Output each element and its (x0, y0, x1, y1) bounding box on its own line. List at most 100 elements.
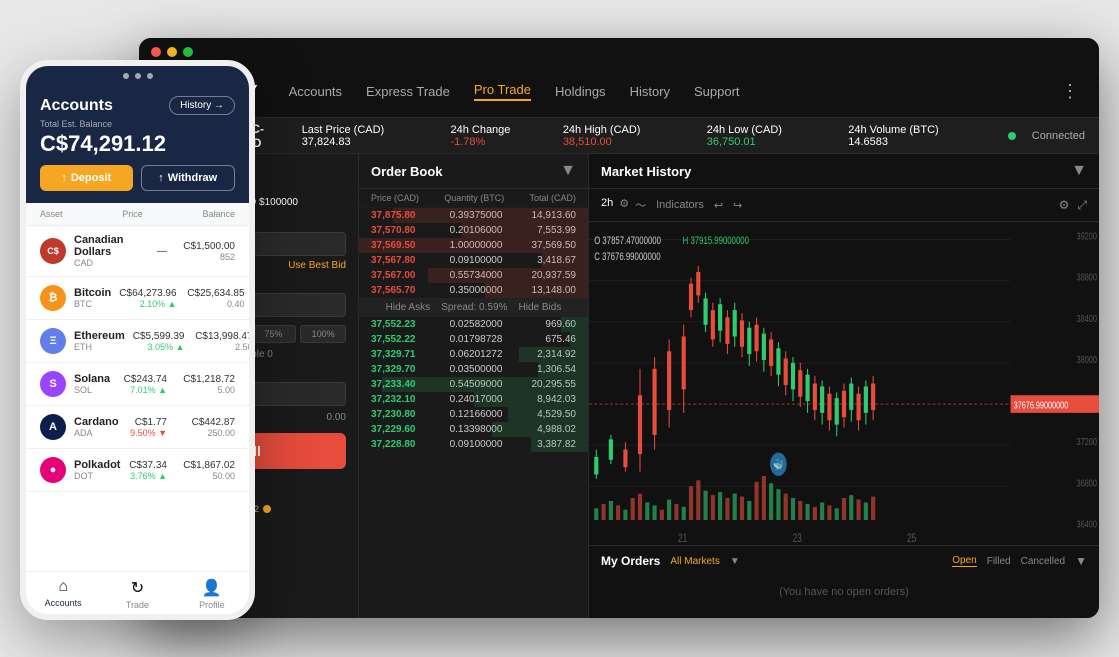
nav-holdings[interactable]: Holdings (555, 84, 606, 99)
my-orders-chevron[interactable]: ▼ (1075, 554, 1087, 568)
asset-name-cad: Canadian Dollars (74, 234, 149, 258)
ob-col-headers: Price (CAD) Quantity (BTC) Total (CAD) (359, 189, 588, 208)
bid-qty-9: 0.09100000 (441, 439, 511, 450)
hide-asks-btn[interactable]: Hide Asks (386, 302, 430, 313)
mobile-deposit-button[interactable]: ↑ Deposit (40, 165, 133, 191)
maximize-button[interactable] (183, 47, 193, 57)
asset-balance-ada: C$442.87 (175, 417, 235, 428)
bid-row-5: 37,233.40 0.54509000 20,295.55 (359, 377, 588, 392)
markets-chevron[interactable]: ▼ (730, 556, 740, 567)
asset-price-col-sol: C$243.74 7.01% ▲ (124, 374, 167, 395)
asset-qty-cad: 852 (175, 252, 235, 262)
pct-100-btn[interactable]: 100% (300, 325, 346, 343)
asset-balance-eth: C$13,998.47 (192, 331, 252, 342)
chart-settings-icon[interactable]: ⚙ (1059, 198, 1070, 213)
market-history-chevron[interactable]: ▼ (1071, 162, 1087, 180)
asset-qty-eth: 2.50 (192, 342, 252, 352)
mobile-nav-trade[interactable]: ↻ Trade (100, 578, 174, 610)
nav-more-icon[interactable]: ⋮ (1061, 81, 1079, 102)
status-dot-3 (147, 73, 153, 79)
redo-icon[interactable]: ↪ (733, 199, 742, 212)
close-button[interactable] (151, 47, 161, 57)
asset-price-sol: C$243.74 (124, 374, 167, 385)
asset-list: C$ Canadian Dollars CAD — C$1,500.00 852… (26, 226, 249, 492)
withdraw-icon: ↑ (158, 172, 164, 184)
asset-change-ada: 9.50% ▼ (130, 428, 167, 438)
svg-text:21: 21 (678, 533, 688, 545)
order-book-chevron[interactable]: ▼ (560, 162, 576, 180)
market-history-panel: Market History ▼ 2h ⚙ 〜 Indicators ↩ ↪ (589, 154, 1099, 618)
asset-balance-col-btc: C$25,634.85 0.40 (185, 288, 245, 309)
bid-price-6: 37,232.10 (371, 394, 431, 405)
asset-change-eth: 3.05% ▲ (133, 342, 185, 352)
svg-text:39200: 39200 (1077, 230, 1097, 242)
asset-name-sol: Solana (74, 373, 116, 385)
pct-75-btn[interactable]: 75% (251, 325, 297, 343)
nav-pro-trade[interactable]: Pro Trade (474, 82, 531, 101)
col-price: Price (CAD) (371, 193, 419, 203)
mobile-nav-icon-accounts: ⌂ (58, 578, 68, 596)
bid-row-9: 37,228.80 0.09100000 3,387.82 (359, 437, 588, 452)
ask-price-2: 37,570.80 (371, 225, 431, 236)
deposit-icon: ↑ (61, 172, 67, 184)
ask-price-6: 37,565.70 (371, 285, 431, 296)
bid-qty-7: 0.12166000 (441, 409, 511, 420)
tf-2h[interactable]: 2h (601, 197, 613, 213)
asset-name-eth: Ethereum (74, 330, 125, 342)
chart-icons: ⚙ ⤢ (1059, 198, 1087, 213)
asset-ticker-dot: DOT (74, 471, 121, 481)
mobile-nav-profile[interactable]: 👤 Profile (175, 578, 249, 610)
mobile-nav-accounts[interactable]: ⌂ Accounts (26, 578, 100, 610)
asset-item-ada[interactable]: A Cardano ADA C$1.77 9.50% ▼ C$442.87 25… (26, 406, 249, 449)
chart-fullscreen-icon[interactable]: ⤢ (1077, 198, 1087, 213)
ticker-bar: ☰ ₿ BTC-CAD Last Price (CAD) 37,824.83 2… (139, 118, 1099, 154)
tf-chart-type-icon[interactable]: 〜 (635, 197, 646, 213)
indicators-button[interactable]: Indicators (656, 199, 704, 211)
asset-item-cad[interactable]: C$ Canadian Dollars CAD — C$1,500.00 852 (26, 226, 249, 277)
asset-item-eth[interactable]: Ξ Ethereum ETH C$5,599.39 3.05% ▲ C$13,9… (26, 320, 249, 363)
ask-row-5: 37,567.00 0.55734000 20,937.59 (359, 268, 588, 283)
nav-express-trade[interactable]: Express Trade (366, 84, 450, 99)
mobile-history-button[interactable]: History → (169, 96, 235, 115)
minimize-button[interactable] (167, 47, 177, 57)
market-history-header: Market History ▼ (589, 154, 1099, 189)
asset-item-btc[interactable]: ₿ Bitcoin BTC C$64,273.96 2.10% ▲ C$25,6… (26, 277, 249, 320)
chart-area: Market History ▼ 2h ⚙ 〜 Indicators ↩ ↪ (589, 154, 1099, 618)
asset-item-sol[interactable]: S Solana SOL C$243.74 7.01% ▲ C$1,218.72… (26, 363, 249, 406)
mobile-nav-label-accounts: Accounts (45, 598, 82, 608)
undo-icon[interactable]: ↩ (714, 199, 723, 212)
nav-support[interactable]: Support (694, 84, 740, 99)
asset-price-col-dot: C$37.34 3.76% ▲ (129, 460, 167, 481)
tf-settings-icon[interactable]: ⚙ (619, 197, 629, 213)
timeframes: 2h ⚙ 〜 (601, 197, 646, 213)
all-markets-filter[interactable]: All Markets (670, 556, 719, 567)
hide-bids-btn[interactable]: Hide Bids (519, 302, 562, 313)
asset-price-col-btc: C$64,273.96 2.10% ▲ (119, 288, 176, 309)
volume-label-text: 24h Volume (BTC) (848, 124, 938, 136)
filter-filled[interactable]: Filled (987, 556, 1011, 567)
asset-item-dot[interactable]: ● Polkadot DOT C$37.34 3.76% ▲ C$1,867.0… (26, 449, 249, 492)
mobile-balance-label: Total Est. Balance (40, 119, 235, 129)
deposit-label: Deposit (71, 172, 111, 184)
bid-row-4: 37,329.70 0.03500000 1,306.54 (359, 362, 588, 377)
asset-info-cad: Canadian Dollars CAD (74, 234, 149, 268)
asset-icon-dot: ● (40, 457, 66, 483)
asset-price-eth: C$5,599.39 (133, 331, 185, 342)
high-label: 24h High (CAD) 38,510.00 (563, 124, 695, 148)
bid-qty-2: 0.01798728 (441, 334, 511, 345)
nav-history[interactable]: History (630, 84, 670, 99)
filter-cancelled[interactable]: Cancelled (1021, 556, 1065, 567)
main-content: Limit Market Purchase Limit ⓘ CAD $10000… (139, 154, 1099, 618)
bid-price-4: 37,329.70 (371, 364, 431, 375)
bid-price-1: 37,552.23 (371, 319, 431, 330)
asset-change-sol: 7.01% ▲ (124, 385, 167, 395)
mobile-withdraw-button[interactable]: ↑ Withdraw (141, 165, 236, 191)
asset-change-btc: 2.10% ▲ (119, 299, 176, 309)
mobile-nav-icon-profile: 👤 (202, 578, 222, 598)
volume-label: 24h Volume (BTC) 14.6583 (848, 124, 984, 148)
filter-open[interactable]: Open (952, 555, 976, 567)
svg-text:37200: 37200 (1077, 436, 1097, 448)
change-label-text: 24h Change (450, 124, 510, 136)
asset-name-btc: Bitcoin (74, 287, 111, 299)
nav-accounts[interactable]: Accounts (289, 84, 342, 99)
